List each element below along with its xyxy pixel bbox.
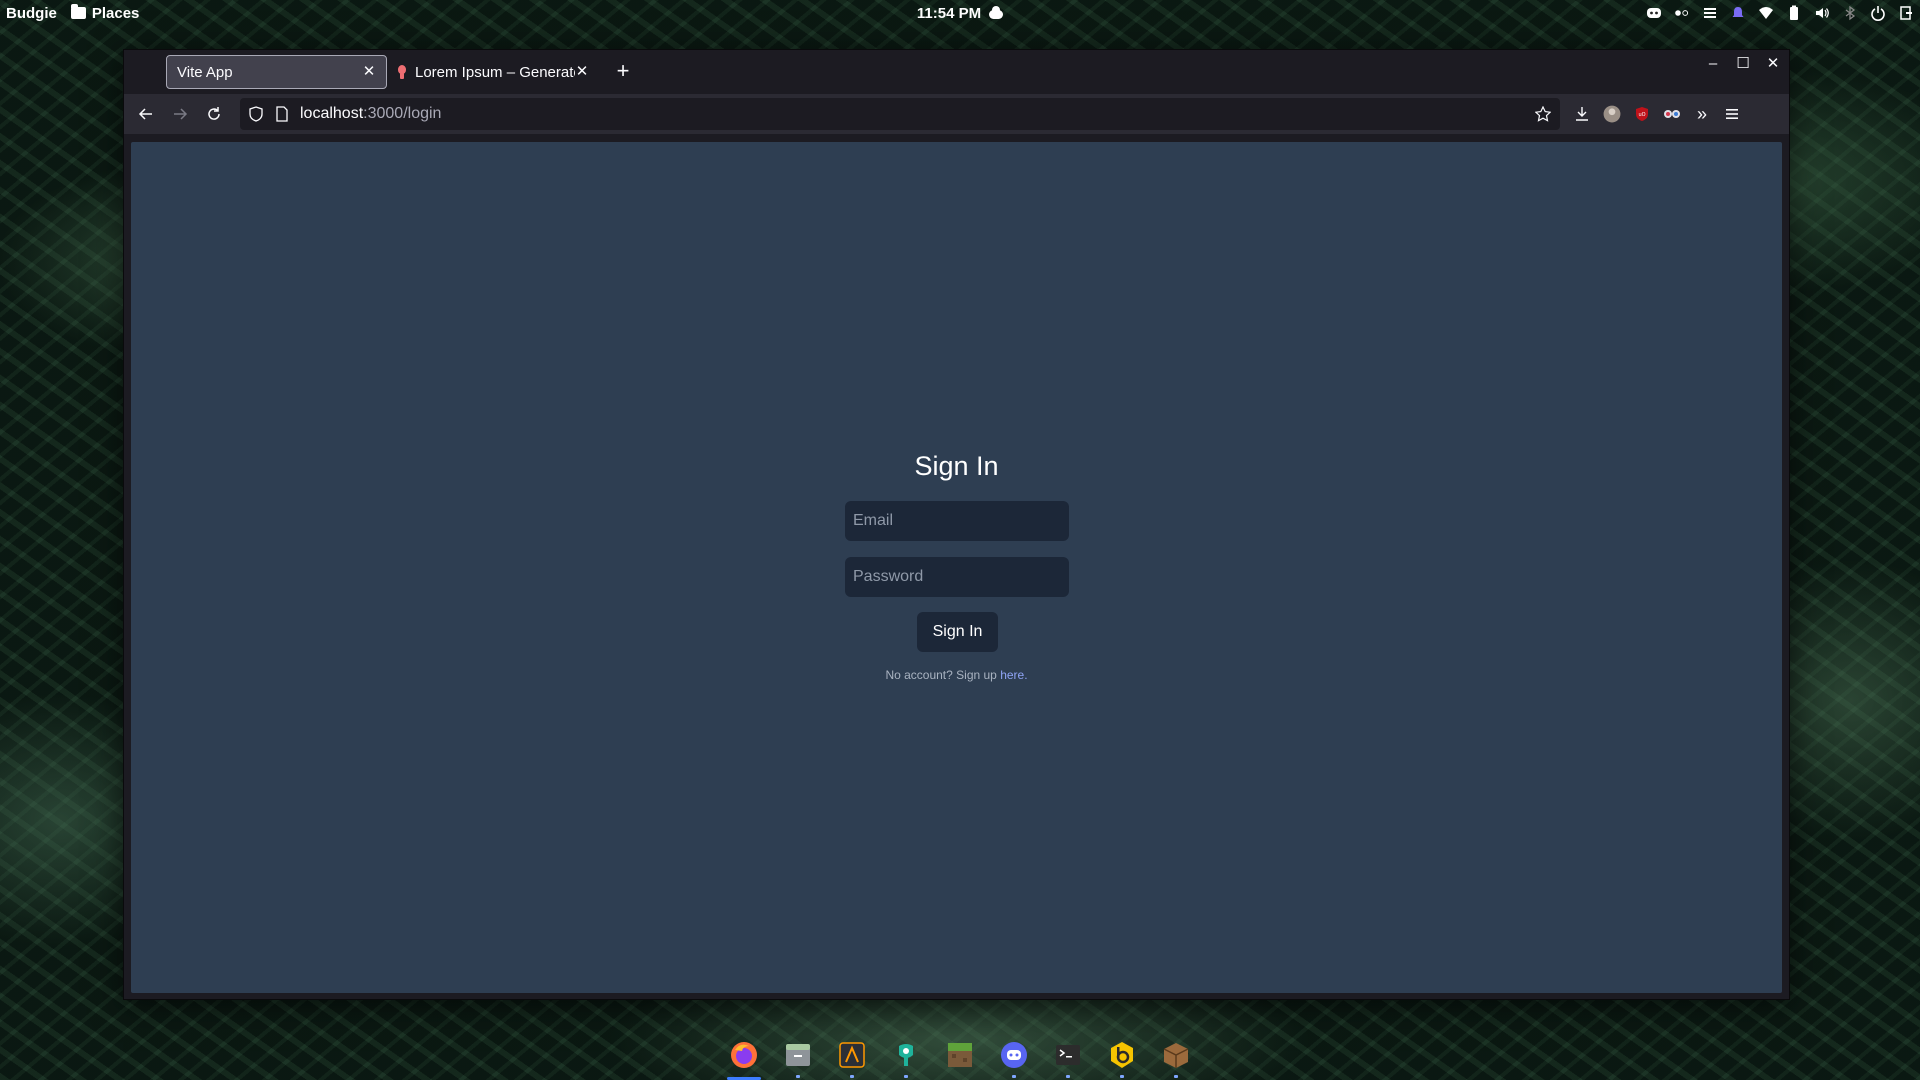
discord-icon bbox=[1001, 1042, 1027, 1068]
dock bbox=[0, 1036, 1920, 1080]
maximize-icon[interactable]: ☐ bbox=[1735, 56, 1751, 72]
arrow-left-icon bbox=[138, 108, 152, 120]
dock-sublime[interactable] bbox=[833, 1036, 871, 1078]
sublime-icon bbox=[839, 1042, 865, 1068]
wifi-icon[interactable] bbox=[1758, 5, 1774, 21]
email-field[interactable] bbox=[845, 501, 1069, 541]
login-form: Sign In Sign In No account? Sign up here… bbox=[131, 142, 1782, 993]
ublock-origin-icon[interactable]: uO bbox=[1632, 104, 1652, 124]
bookmark-star-icon[interactable] bbox=[1534, 105, 1552, 123]
url-text[interactable]: localhost:3000/login bbox=[300, 105, 441, 123]
workspace-indicator-icon[interactable] bbox=[1674, 5, 1690, 21]
page-icon[interactable] bbox=[274, 106, 290, 122]
tab-lorem-ipsum[interactable]: Lorem Ipsum – Generator ✕ bbox=[387, 55, 599, 89]
nav-bar: localhost:3000/login uO » bbox=[124, 94, 1789, 134]
battery-icon[interactable] bbox=[1786, 5, 1802, 21]
lorem-ipsum-favicon-icon bbox=[397, 65, 407, 79]
close-icon[interactable]: ✕ bbox=[362, 64, 376, 79]
places-menu-button[interactable]: Places bbox=[70, 4, 140, 22]
extension-glasses-icon[interactable] bbox=[1662, 104, 1682, 124]
close-icon[interactable]: ✕ bbox=[575, 64, 589, 79]
menu-lines-icon[interactable] bbox=[1702, 5, 1718, 21]
terminal-icon bbox=[1056, 1045, 1080, 1065]
dock-app[interactable] bbox=[887, 1036, 925, 1078]
page-viewport: Sign In Sign In No account? Sign up here… bbox=[131, 142, 1782, 993]
dock-package-manager[interactable] bbox=[1157, 1036, 1195, 1078]
signup-link[interactable]: here. bbox=[1000, 668, 1027, 682]
page-title: Sign In bbox=[914, 451, 999, 481]
dock-terminal[interactable] bbox=[1049, 1036, 1087, 1078]
download-icon[interactable] bbox=[1572, 104, 1592, 124]
dock-minecraft[interactable] bbox=[941, 1036, 979, 1074]
toolbar-icons: uO » bbox=[1572, 104, 1742, 124]
reload-button[interactable] bbox=[200, 100, 228, 128]
tab-title: Vite App bbox=[177, 63, 233, 81]
reload-icon bbox=[208, 107, 220, 120]
top-panel: Budgie Places 11:54 PM bbox=[0, 0, 1920, 26]
package-icon bbox=[1163, 1043, 1189, 1068]
files-icon bbox=[786, 1044, 810, 1066]
minimize-icon[interactable]: – bbox=[1705, 56, 1721, 72]
forward-button[interactable] bbox=[166, 100, 194, 128]
dock-files[interactable] bbox=[779, 1036, 817, 1078]
cloud-icon bbox=[989, 5, 1004, 19]
more-tools-chevron-icon[interactable]: » bbox=[1692, 104, 1712, 124]
dock-discord[interactable] bbox=[995, 1036, 1033, 1078]
discord-tray-icon[interactable] bbox=[1646, 5, 1662, 21]
power-icon[interactable] bbox=[1870, 5, 1886, 21]
clock[interactable]: 11:54 PM bbox=[917, 5, 981, 22]
volume-icon[interactable] bbox=[1814, 5, 1830, 21]
notification-bell-icon[interactable] bbox=[1730, 5, 1746, 21]
url-host: localhost bbox=[300, 105, 364, 122]
window-controls: – ☐ ✕ bbox=[1705, 56, 1781, 72]
app-icon bbox=[899, 1044, 913, 1066]
signup-prompt-text: No account? Sign up bbox=[885, 668, 1001, 682]
browser-window: Vite App ✕ Lorem Ipsum – Generator ✕ + –… bbox=[123, 49, 1790, 1000]
tab-vite-app[interactable]: Vite App ✕ bbox=[166, 55, 387, 89]
password-field[interactable] bbox=[845, 557, 1069, 597]
account-avatar-icon[interactable] bbox=[1602, 104, 1622, 124]
tab-bar: Vite App ✕ Lorem Ipsum – Generator ✕ + –… bbox=[124, 50, 1789, 94]
minecraft-icon bbox=[948, 1043, 972, 1067]
places-label: Places bbox=[91, 4, 140, 22]
raven-sidebar-icon[interactable] bbox=[1898, 5, 1914, 21]
tab-title: Lorem Ipsum – Generator bbox=[415, 63, 575, 81]
dock-brave[interactable] bbox=[1103, 1036, 1141, 1078]
bluetooth-icon[interactable] bbox=[1842, 5, 1858, 21]
hamburger-menu-icon[interactable] bbox=[1722, 104, 1742, 124]
firefox-icon bbox=[731, 1042, 757, 1068]
url-bar[interactable]: localhost:3000/login bbox=[240, 98, 1560, 130]
url-path: :3000/login bbox=[363, 105, 442, 122]
shield-icon[interactable] bbox=[248, 106, 264, 122]
sign-in-button[interactable]: Sign In bbox=[917, 612, 998, 652]
brave-icon bbox=[1111, 1042, 1133, 1068]
close-window-icon[interactable]: ✕ bbox=[1765, 56, 1781, 72]
arrow-right-icon bbox=[174, 108, 188, 120]
dock-firefox[interactable] bbox=[725, 1036, 763, 1080]
back-button[interactable] bbox=[132, 100, 160, 128]
new-tab-button[interactable]: + bbox=[609, 58, 637, 86]
budgie-menu-button[interactable]: Budgie bbox=[6, 5, 57, 22]
folder-icon bbox=[70, 4, 86, 19]
signup-prompt: No account? Sign up here. bbox=[131, 668, 1782, 682]
svg-text:uO: uO bbox=[1638, 112, 1645, 118]
